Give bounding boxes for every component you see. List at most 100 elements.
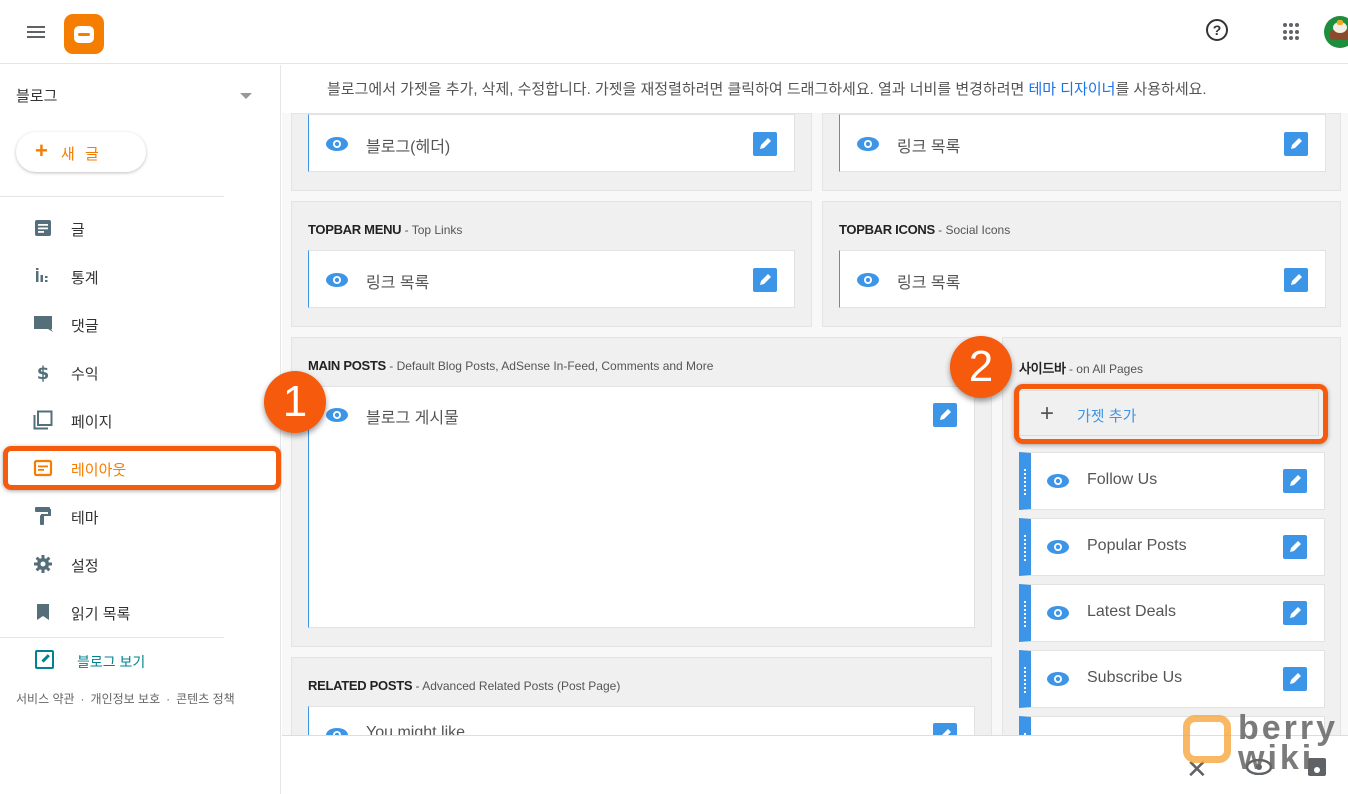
widget-link-list[interactable]: 링크 목록	[839, 250, 1326, 308]
drag-handle[interactable]	[1024, 535, 1026, 561]
eye-icon[interactable]	[1047, 540, 1069, 554]
eye-icon[interactable]	[1047, 474, 1069, 488]
widget-blog-posts[interactable]: 블로그 게시물	[308, 386, 975, 628]
section-topbar-icons: TOPBAR ICONS - Social Icons 링크 목록	[822, 201, 1341, 327]
sidebar-item-theme[interactable]: 테마	[0, 496, 272, 536]
stats-icon	[36, 268, 48, 282]
sidebar-item-label: 글	[71, 222, 85, 239]
widget-name: Popular Posts	[1087, 537, 1187, 554]
edit-button[interactable]	[933, 723, 957, 735]
edit-button[interactable]	[933, 403, 957, 427]
layout-icon	[33, 459, 53, 477]
privacy-link[interactable]: 개인정보 보호	[91, 692, 161, 706]
dollar-icon: $	[37, 363, 50, 382]
plus-icon: +	[1040, 400, 1055, 427]
widget-latest-deals[interactable]: Latest Deals	[1019, 584, 1325, 642]
sidebar-item-comments[interactable]: 댓글	[0, 304, 272, 344]
widget-name: 블로그(헤더)	[366, 139, 451, 156]
eye-icon[interactable]	[326, 728, 348, 735]
blog-selector[interactable]: 블로그	[16, 85, 256, 107]
sidebar-item-settings[interactable]: 설정	[0, 544, 272, 584]
widget-name: 링크 목록	[897, 139, 961, 156]
edit-button[interactable]	[753, 132, 777, 156]
widget-popular-posts[interactable]: Popular Posts	[1019, 518, 1325, 576]
add-gadget-button[interactable]: + 가젯 추가	[1019, 390, 1319, 436]
pages-icon	[33, 410, 53, 430]
view-blog-link[interactable]: 블로그 보기	[0, 645, 272, 675]
widget-blog-header[interactable]: 블로그(헤더)	[308, 114, 795, 172]
theme-designer-link[interactable]: 테마 디자이너	[1028, 81, 1115, 98]
widget-subscribe-us[interactable]: Subscribe Us	[1019, 650, 1325, 708]
svg-text:$: $	[37, 363, 50, 382]
sidebar-item-label: 댓글	[71, 318, 99, 335]
new-post-button[interactable]: + 새 글	[16, 132, 146, 172]
edit-button[interactable]	[1283, 601, 1307, 625]
sidebar-item-pages[interactable]: 페이지	[0, 400, 272, 440]
new-post-label: 새 글	[61, 146, 102, 163]
divider	[0, 637, 224, 638]
sidebar-item-earnings[interactable]: $ 수익	[0, 352, 272, 392]
blogger-logo-icon[interactable]	[64, 14, 104, 54]
blog-name: 블로그	[16, 88, 58, 105]
eye-icon[interactable]	[1246, 759, 1272, 775]
pencil-icon	[760, 274, 771, 285]
edit-button[interactable]	[1284, 268, 1308, 292]
sidebar-item-posts[interactable]: 글	[0, 208, 272, 248]
section-header-right: 링크 목록	[822, 113, 1341, 191]
bottom-action-bar: ✕	[282, 735, 1348, 794]
section-main-posts: MAIN POSTS - Default Blog Posts, AdSense…	[291, 337, 992, 647]
edit-button[interactable]	[1284, 132, 1308, 156]
eye-icon[interactable]	[1047, 606, 1069, 620]
eye-icon[interactable]	[326, 137, 348, 151]
section-title: TOPBAR MENU - Top Links	[308, 222, 463, 237]
intro-text: 블로그에서 가젯을 추가, 삭제, 수정합니다. 가젯을 재정렬하려면 클릭하여…	[282, 65, 1348, 113]
sidebar-item-label: 통계	[71, 270, 99, 287]
top-bar: ?	[0, 0, 1348, 64]
drag-handle[interactable]	[1024, 469, 1026, 495]
open-external-icon	[35, 650, 54, 669]
bookmark-icon	[37, 604, 49, 620]
plus-icon: +	[35, 138, 48, 163]
edit-button[interactable]	[753, 268, 777, 292]
terms-link[interactable]: 서비스 약관	[16, 692, 75, 706]
eye-icon[interactable]	[857, 273, 879, 287]
intro-prefix: 블로그에서 가젯을 추가, 삭제, 수정합니다. 가젯을 재정렬하려면 클릭하여…	[327, 81, 1029, 98]
eye-icon[interactable]	[326, 408, 348, 422]
pencil-icon	[1290, 607, 1301, 618]
sidebar-item-label: 페이지	[71, 414, 113, 431]
footer-links: 서비스 약관 · 개인정보 보호 · 콘텐츠 정책	[16, 692, 235, 706]
section-topbar-menu: TOPBAR MENU - Top Links 링크 목록	[291, 201, 812, 327]
sidebar-item-label: 설정	[71, 558, 99, 575]
eye-icon[interactable]	[326, 273, 348, 287]
sidebar-item-layout[interactable]: 레이아웃	[0, 448, 272, 488]
help-circle-icon[interactable]: ?	[1206, 19, 1228, 41]
widget-related-posts[interactable]: You might like	[308, 706, 975, 735]
pencil-icon	[1290, 475, 1301, 486]
chevron-down-icon	[240, 93, 252, 99]
widget-partial[interactable]	[1019, 716, 1325, 735]
edit-button[interactable]	[1283, 535, 1307, 559]
edit-button[interactable]	[1283, 469, 1307, 493]
save-icon[interactable]	[1308, 758, 1326, 776]
close-icon[interactable]: ✕	[1186, 754, 1208, 785]
edit-button[interactable]	[1283, 667, 1307, 691]
widget-link-list[interactable]: 링크 목록	[839, 114, 1326, 172]
eye-icon[interactable]	[1047, 672, 1069, 686]
sidebar-item-reading-list[interactable]: 읽기 목록	[0, 592, 272, 632]
pencil-icon	[1291, 274, 1302, 285]
eye-icon[interactable]	[857, 137, 879, 151]
view-blog-label: 블로그 보기	[77, 654, 146, 670]
sidebar-item-stats[interactable]: 통계	[0, 256, 272, 296]
user-avatar[interactable]	[1324, 16, 1348, 48]
drag-handle[interactable]	[1024, 667, 1026, 693]
add-gadget-label: 가젯 추가	[1077, 408, 1137, 425]
widget-link-list[interactable]: 링크 목록	[308, 250, 795, 308]
widget-follow-us[interactable]: Follow Us	[1019, 452, 1325, 510]
apps-grid-icon[interactable]	[1283, 23, 1301, 41]
section-related-posts: RELATED POSTS - Advanced Related Posts (…	[291, 657, 992, 735]
content-policy-link[interactable]: 콘텐츠 정책	[176, 692, 235, 706]
hamburger-menu-icon[interactable]	[24, 20, 48, 44]
drag-handle[interactable]	[1024, 601, 1026, 627]
widget-name: 블로그 게시물	[366, 410, 459, 427]
section-title: RELATED POSTS - Advanced Related Posts (…	[308, 678, 621, 693]
